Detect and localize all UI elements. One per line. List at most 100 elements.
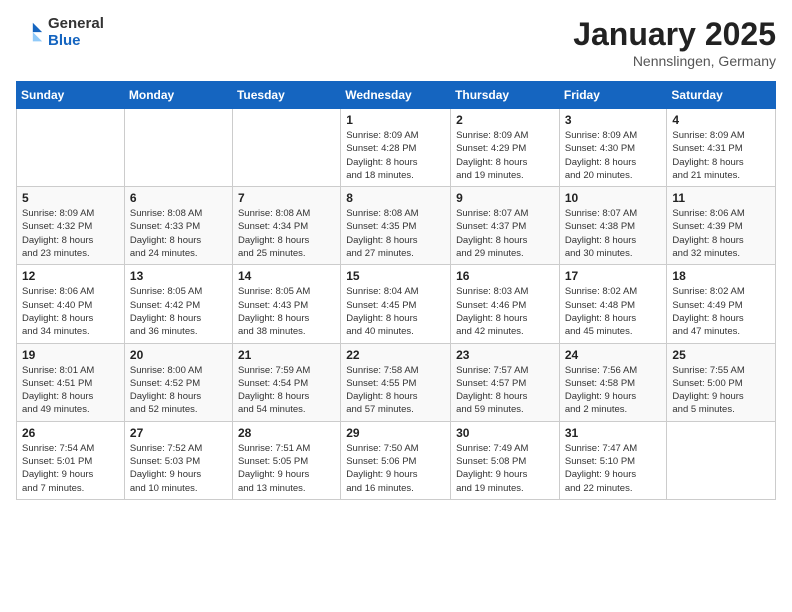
day-number: 5 [22,191,119,205]
calendar-cell: 12 Sunrise: 8:06 AM Sunset: 4:40 PM Dayli… [17,265,125,343]
logo: General Blue [16,16,104,49]
calendar-cell: 30Sunrise: 7:49 AM Sunset: 5:08 PM Dayli… [451,421,560,499]
calendar-cell: 17 Sunrise: 8:02 AM Sunset: 4:48 PM Dayli… [559,265,667,343]
day-number: 19 [22,348,119,362]
day-info: Sunrise: 8:08 AM Sunset: 4:35 PM Dayligh… [346,207,445,260]
day-number: 10 [565,191,662,205]
calendar-row: 1Sunrise: 8:09 AM Sunset: 4:28 PM Daylig… [17,109,776,187]
calendar-cell: 4 Sunrise: 8:09 AM Sunset: 4:31 PM Daylig… [667,109,776,187]
logo-general: General [48,16,104,33]
day-info: Sunrise: 7:55 AM Sunset: 5:00 PM Dayligh… [672,364,770,417]
day-info: Sunrise: 7:58 AM Sunset: 4:55 PM Dayligh… [346,364,445,417]
day-number: 7 [238,191,335,205]
day-number: 26 [22,426,119,440]
day-info: Sunrise: 8:03 AM Sunset: 4:46 PM Dayligh… [456,285,554,338]
weekday-header: Sunday [17,82,125,109]
weekday-header: Monday [124,82,232,109]
calendar-row: 26 Sunrise: 7:54 AM Sunset: 5:01 PM Dayli… [17,421,776,499]
day-info: Sunrise: 7:54 AM Sunset: 5:01 PM Dayligh… [22,442,119,495]
day-number: 12 [22,269,119,283]
calendar-cell: 10 Sunrise: 8:07 AM Sunset: 4:38 PM Dayli… [559,187,667,265]
day-info: Sunrise: 8:07 AM Sunset: 4:38 PM Dayligh… [565,207,662,260]
calendar-cell: 25 Sunrise: 7:55 AM Sunset: 5:00 PM Dayli… [667,343,776,421]
calendar-row: 19 Sunrise: 8:01 AM Sunset: 4:51 PM Dayli… [17,343,776,421]
day-info: Sunrise: 7:51 AM Sunset: 5:05 PM Dayligh… [238,442,335,495]
calendar-cell: 23Sunrise: 7:57 AM Sunset: 4:57 PM Dayli… [451,343,560,421]
day-info: Sunrise: 8:00 AM Sunset: 4:52 PM Dayligh… [130,364,227,417]
calendar-cell: 15 Sunrise: 8:04 AM Sunset: 4:45 PM Dayli… [341,265,451,343]
calendar-cell: 20 Sunrise: 8:00 AM Sunset: 4:52 PM Dayli… [124,343,232,421]
day-info: Sunrise: 8:06 AM Sunset: 4:39 PM Dayligh… [672,207,770,260]
day-number: 18 [672,269,770,283]
day-number: 9 [456,191,554,205]
logo-blue: Blue [48,33,104,50]
day-number: 4 [672,113,770,127]
logo-icon [16,19,44,47]
day-info: Sunrise: 8:04 AM Sunset: 4:45 PM Dayligh… [346,285,445,338]
calendar-cell: 22 Sunrise: 7:58 AM Sunset: 4:55 PM Dayli… [341,343,451,421]
calendar-cell: 8 Sunrise: 8:08 AM Sunset: 4:35 PM Daylig… [341,187,451,265]
calendar-cell [17,109,125,187]
day-info: Sunrise: 8:06 AM Sunset: 4:40 PM Dayligh… [22,285,119,338]
day-info: Sunrise: 7:59 AM Sunset: 4:54 PM Dayligh… [238,364,335,417]
day-number: 17 [565,269,662,283]
calendar-cell: 21 Sunrise: 7:59 AM Sunset: 4:54 PM Dayli… [232,343,340,421]
day-info: Sunrise: 8:09 AM Sunset: 4:32 PM Dayligh… [22,207,119,260]
day-info: Sunrise: 8:09 AM Sunset: 4:31 PM Dayligh… [672,129,770,182]
calendar-cell: 19 Sunrise: 8:01 AM Sunset: 4:51 PM Dayli… [17,343,125,421]
day-number: 14 [238,269,335,283]
day-info: Sunrise: 8:01 AM Sunset: 4:51 PM Dayligh… [22,364,119,417]
calendar-cell: 11 Sunrise: 8:06 AM Sunset: 4:39 PM Dayli… [667,187,776,265]
day-info: Sunrise: 7:47 AM Sunset: 5:10 PM Dayligh… [565,442,662,495]
day-number: 29 [346,426,445,440]
day-number: 15 [346,269,445,283]
day-number: 25 [672,348,770,362]
calendar-cell: 28 Sunrise: 7:51 AM Sunset: 5:05 PM Dayli… [232,421,340,499]
calendar-cell: 9 Sunrise: 8:07 AM Sunset: 4:37 PM Daylig… [451,187,560,265]
calendar-cell: 3 Sunrise: 8:09 AM Sunset: 4:30 PM Daylig… [559,109,667,187]
day-number: 20 [130,348,227,362]
calendar-cell: 31 Sunrise: 7:47 AM Sunset: 5:10 PM Dayli… [559,421,667,499]
day-number: 11 [672,191,770,205]
logo-text: General Blue [48,16,104,49]
weekday-header: Friday [559,82,667,109]
calendar-cell: 26 Sunrise: 7:54 AM Sunset: 5:01 PM Dayli… [17,421,125,499]
calendar-cell: 2 Sunrise: 8:09 AM Sunset: 4:29 PM Daylig… [451,109,560,187]
day-number: 21 [238,348,335,362]
calendar-table: SundayMondayTuesdayWednesdayThursdayFrid… [16,81,776,500]
calendar-cell: 6Sunrise: 8:08 AM Sunset: 4:33 PM Daylig… [124,187,232,265]
day-number: 3 [565,113,662,127]
calendar-cell [232,109,340,187]
calendar-cell: 1Sunrise: 8:09 AM Sunset: 4:28 PM Daylig… [341,109,451,187]
calendar-cell: 27Sunrise: 7:52 AM Sunset: 5:03 PM Dayli… [124,421,232,499]
day-number: 28 [238,426,335,440]
day-info: Sunrise: 8:07 AM Sunset: 4:37 PM Dayligh… [456,207,554,260]
day-number: 24 [565,348,662,362]
day-info: Sunrise: 8:09 AM Sunset: 4:30 PM Dayligh… [565,129,662,182]
day-info: Sunrise: 7:52 AM Sunset: 5:03 PM Dayligh… [130,442,227,495]
location: Nennslingen, Germany [573,53,776,69]
day-info: Sunrise: 8:09 AM Sunset: 4:29 PM Dayligh… [456,129,554,182]
day-number: 13 [130,269,227,283]
day-info: Sunrise: 7:49 AM Sunset: 5:08 PM Dayligh… [456,442,554,495]
day-number: 6 [130,191,227,205]
day-info: Sunrise: 8:05 AM Sunset: 4:43 PM Dayligh… [238,285,335,338]
day-number: 8 [346,191,445,205]
calendar-cell: 29Sunrise: 7:50 AM Sunset: 5:06 PM Dayli… [341,421,451,499]
day-info: Sunrise: 7:56 AM Sunset: 4:58 PM Dayligh… [565,364,662,417]
calendar-cell: 14 Sunrise: 8:05 AM Sunset: 4:43 PM Dayli… [232,265,340,343]
day-info: Sunrise: 8:02 AM Sunset: 4:48 PM Dayligh… [565,285,662,338]
day-number: 2 [456,113,554,127]
day-number: 16 [456,269,554,283]
calendar-cell: 24 Sunrise: 7:56 AM Sunset: 4:58 PM Dayli… [559,343,667,421]
calendar-cell: 7 Sunrise: 8:08 AM Sunset: 4:34 PM Daylig… [232,187,340,265]
calendar-cell [124,109,232,187]
title-block: January 2025 Nennslingen, Germany [573,16,776,69]
day-number: 22 [346,348,445,362]
calendar-row: 12 Sunrise: 8:06 AM Sunset: 4:40 PM Dayli… [17,265,776,343]
day-number: 31 [565,426,662,440]
calendar-cell [667,421,776,499]
calendar-row: 5 Sunrise: 8:09 AM Sunset: 4:32 PM Daylig… [17,187,776,265]
weekday-header: Saturday [667,82,776,109]
day-info: Sunrise: 8:08 AM Sunset: 4:34 PM Dayligh… [238,207,335,260]
